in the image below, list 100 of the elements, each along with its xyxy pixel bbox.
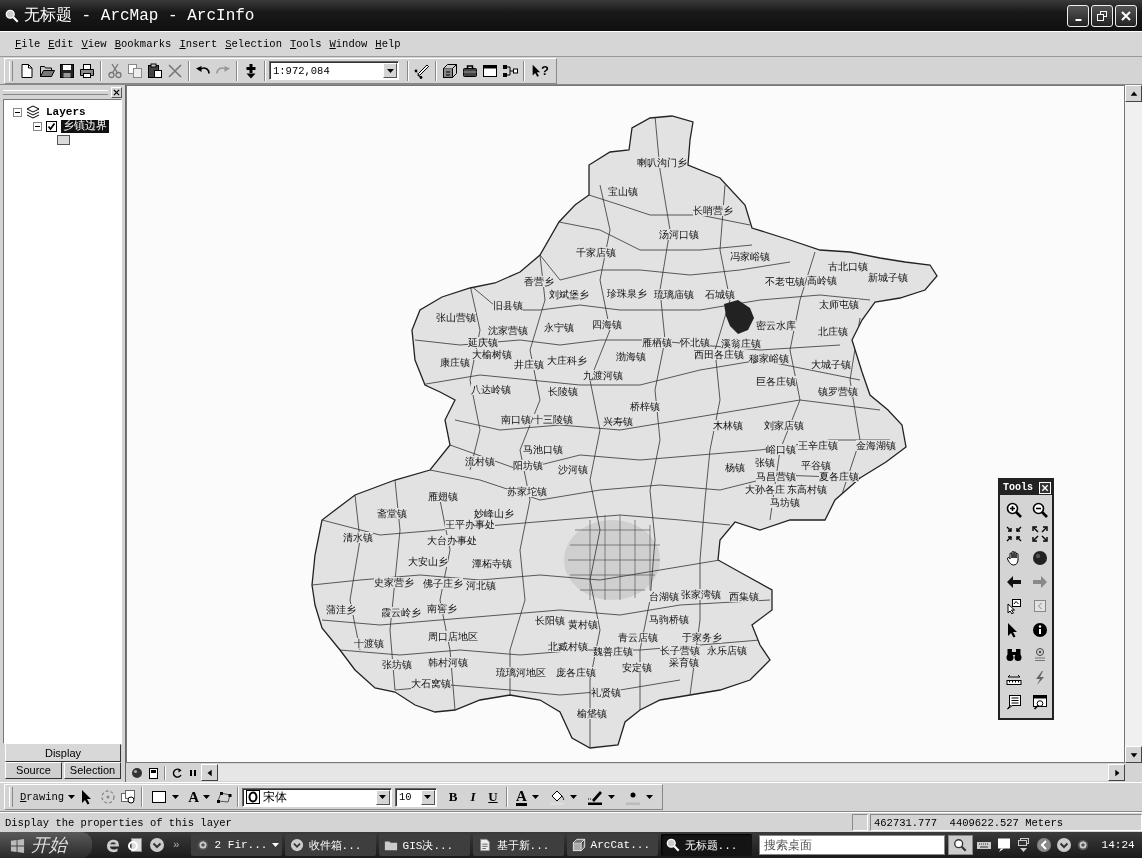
toc-tab[interactable]: Display xyxy=(5,744,121,762)
place-label: 礼贤镇 xyxy=(591,687,621,698)
place-label: 珍珠泉乡 xyxy=(607,288,647,299)
taskbar-button[interactable]: 基于新... xyxy=(472,834,564,856)
collapse-icon[interactable] xyxy=(13,107,22,117)
place-label: 夏各庄镇 xyxy=(819,471,859,482)
layer-label[interactable]: 乡镇边界 xyxy=(61,119,109,133)
menu-item[interactable]: Tools xyxy=(289,38,322,50)
refresh-icon xyxy=(171,766,183,779)
ring-icon[interactable] xyxy=(1075,838,1090,852)
globe-icon xyxy=(1032,550,1048,566)
place-label: 张坊镇 xyxy=(382,659,412,670)
scroll-up-button[interactable] xyxy=(1125,85,1142,102)
place-label: 四海镇 xyxy=(592,319,622,330)
whats-this-button[interactable]: ? xyxy=(528,59,552,82)
scroll-right-button[interactable] xyxy=(1108,764,1125,781)
place-label: 密云水库 xyxy=(756,320,796,331)
place-label: 古北口镇 xyxy=(828,261,868,272)
place-label: 霞云岭乡 xyxy=(381,607,421,618)
close-icon xyxy=(1041,483,1049,492)
scroll-down-button[interactable] xyxy=(1125,746,1142,763)
taskbar-button[interactable]: ArcCat... xyxy=(566,834,658,856)
horizontal-scrollbar[interactable] xyxy=(218,764,1108,781)
fixed-zoom-out-button[interactable] xyxy=(1029,523,1051,545)
font-combobox[interactable]: 宋体 xyxy=(241,787,392,807)
menu-item[interactable]: Bookmarks xyxy=(114,38,172,50)
clock: 14:24 xyxy=(1101,839,1135,851)
place-label: 康庄镇 xyxy=(440,357,470,368)
place-label: 巨各庄镇 xyxy=(756,376,796,387)
text-tool-button[interactable]: A xyxy=(184,786,214,808)
place-label: 西田各庄镇 xyxy=(694,349,744,360)
menu-item[interactable]: Selection xyxy=(225,38,282,50)
note-icon xyxy=(1006,694,1022,710)
place-label: 金海湖镇 xyxy=(856,440,896,451)
search-button[interactable] xyxy=(947,835,973,855)
caret-icon xyxy=(607,795,615,799)
place-label: 千家店镇 xyxy=(576,247,616,258)
caret-icon xyxy=(569,795,577,799)
minimize-button[interactable] xyxy=(1067,4,1089,27)
document-icon xyxy=(477,838,492,852)
place-label: 马坊镇 xyxy=(770,497,800,508)
taskbar-button[interactable]: GIS决... xyxy=(378,834,470,856)
font-size-combobox[interactable]: 10 xyxy=(394,787,437,807)
place-label: 延庆镇 xyxy=(468,337,498,348)
place-label: 十三陵镇 xyxy=(533,414,573,425)
restore-button[interactable] xyxy=(1091,4,1113,27)
place-label: 流村镇 xyxy=(465,456,495,467)
dropdown-button[interactable] xyxy=(383,63,397,78)
place-label: 台湖镇 xyxy=(649,591,679,602)
taskbar-button[interactable]: 无标题... xyxy=(660,834,752,856)
place-label: 喇叭沟门乡 xyxy=(637,157,687,168)
place-label: 大城子镇 xyxy=(811,359,851,370)
menu-item[interactable]: Window xyxy=(329,38,368,50)
menu-item[interactable]: View xyxy=(81,38,107,50)
place-label: 长哨营乡 xyxy=(693,205,733,216)
close-button[interactable] xyxy=(1115,4,1137,27)
magnifier-icon xyxy=(5,8,19,23)
underline-button[interactable]: U xyxy=(482,786,503,808)
data-frame-label[interactable]: Layers xyxy=(44,105,88,119)
italic-button[interactable]: I xyxy=(462,786,483,808)
place-label: 蒲洼乡 xyxy=(326,604,356,615)
place-label: 怀北镇 xyxy=(680,337,710,348)
place-label: 榆垡镇 xyxy=(577,708,607,719)
arrows-outward-icon xyxy=(1032,526,1048,542)
pages-magnifier-icon xyxy=(120,789,137,805)
place-label: 雁栖镇 xyxy=(642,337,672,348)
menu-item[interactable]: Insert xyxy=(179,38,218,50)
place-label: 斋堂镇 xyxy=(377,508,407,519)
start-button[interactable]: 开始 xyxy=(0,832,92,858)
chevron-circle-icon[interactable] xyxy=(149,837,165,853)
dropdown-button[interactable] xyxy=(375,789,390,805)
place-label: 河北镇 xyxy=(466,580,496,591)
font-color-button[interactable]: A xyxy=(510,786,544,808)
place-label: 张山营镇 xyxy=(436,312,476,323)
layer-checkbox[interactable] xyxy=(46,120,57,132)
browser-icon[interactable] xyxy=(105,837,121,853)
place-label: 大石窝镇 xyxy=(411,678,451,689)
menu-item[interactable]: Help xyxy=(375,38,401,50)
menu-item[interactable]: Edit xyxy=(48,38,74,50)
scale-combobox[interactable]: 1:972,084 xyxy=(269,61,399,80)
pencil-icon xyxy=(414,62,430,79)
taskbar-button[interactable]: 收件箱... xyxy=(284,834,376,856)
drawing-menu-button[interactable]: Drawing xyxy=(17,786,79,808)
search-field[interactable]: 搜索桌面 xyxy=(758,835,945,855)
taskbar-button[interactable]: 2 Fir... xyxy=(190,834,282,856)
bold-button[interactable]: B xyxy=(442,786,463,808)
place-label: 阳坊镇 xyxy=(513,460,543,471)
speech-bubble-icon[interactable] xyxy=(995,837,1012,853)
page-icon[interactable] xyxy=(127,837,143,853)
dropdown-button[interactable] xyxy=(420,789,435,805)
overflow-chevron[interactable]: » xyxy=(173,839,180,851)
place-label: 马驹桥镇 xyxy=(649,614,689,625)
vertical-scrollbar[interactable] xyxy=(1125,102,1142,746)
chevron-circle-icon[interactable] xyxy=(1055,837,1072,853)
collapse-icon[interactable] xyxy=(33,121,42,131)
menu-item[interactable]: File xyxy=(15,38,41,50)
scroll-left-button[interactable] xyxy=(201,764,218,781)
magnifier-icon xyxy=(665,838,680,852)
window-stack-icon[interactable] xyxy=(1015,837,1032,853)
place-label: 沙河镇 xyxy=(558,464,588,475)
